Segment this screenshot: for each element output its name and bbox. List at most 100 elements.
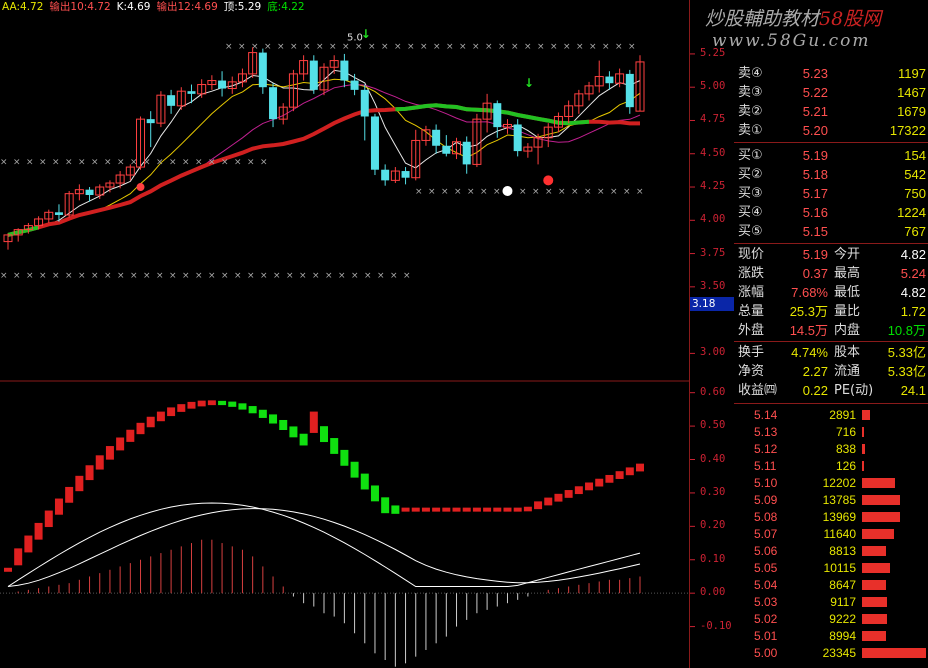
depth-bar bbox=[862, 461, 864, 471]
candle-body bbox=[269, 87, 278, 120]
depth-price: 5.10 bbox=[754, 476, 778, 490]
stat-value: 24.1 bbox=[900, 383, 926, 398]
depth-volume: 716 bbox=[835, 425, 856, 439]
signal-block bbox=[258, 409, 267, 418]
signal-block bbox=[401, 507, 410, 512]
signal-block bbox=[350, 461, 359, 478]
depth-row[interactable]: 5.05 10115 bbox=[736, 560, 928, 576]
sell-level[interactable]: 卖④ 5.23 1197 bbox=[736, 64, 928, 83]
depth-price: 5.11 bbox=[754, 459, 777, 473]
cross-marker: × bbox=[511, 42, 519, 52]
depth-row[interactable]: 5.12 838 bbox=[736, 441, 928, 457]
sell-level[interactable]: 卖① 5.20 17322 bbox=[736, 121, 928, 140]
candle-body bbox=[605, 76, 614, 84]
sell-level[interactable]: 卖② 5.21 1679 bbox=[736, 102, 928, 121]
cross-marker: × bbox=[623, 187, 631, 197]
price-tick-label: 4.25 bbox=[700, 180, 726, 193]
stat-row: 换手 4.74% 股本 5.33亿 bbox=[736, 343, 928, 362]
cross-marker: × bbox=[498, 42, 506, 52]
book-label: 买③ bbox=[738, 186, 763, 201]
depth-row[interactable]: 5.04 8647 bbox=[736, 577, 928, 593]
signal-block bbox=[544, 497, 553, 506]
cross-marker: × bbox=[260, 271, 268, 281]
buy-level[interactable]: 买④ 5.16 1224 bbox=[736, 203, 928, 222]
cross-marker: × bbox=[169, 271, 177, 281]
depth-row[interactable]: 5.06 8813 bbox=[736, 543, 928, 559]
cross-marker: × bbox=[234, 271, 242, 281]
cross-marker: × bbox=[156, 271, 164, 281]
stat-label: 净资 bbox=[738, 364, 765, 379]
depth-row[interactable]: 5.01 8994 bbox=[736, 628, 928, 644]
candle-body bbox=[493, 103, 502, 128]
cross-marker: × bbox=[381, 42, 389, 52]
signal-block bbox=[554, 493, 563, 502]
depth-row[interactable]: 5.13 716 bbox=[736, 424, 928, 440]
header-item: 底:4.22 bbox=[267, 1, 305, 13]
buy-level[interactable]: 买⑤ 5.15 767 bbox=[736, 222, 928, 241]
cross-marker: × bbox=[247, 158, 255, 168]
price-axis bbox=[690, 53, 695, 628]
price-tick-label: 4.75 bbox=[700, 113, 726, 126]
candle-body bbox=[462, 141, 471, 165]
cross-marker: × bbox=[420, 42, 428, 52]
depth-row[interactable]: 5.02 9222 bbox=[736, 611, 928, 627]
signal-block bbox=[248, 406, 257, 414]
depth-row[interactable]: 5.10 12202 bbox=[736, 475, 928, 491]
stat-value: 1.72 bbox=[900, 304, 926, 319]
book-label: 买① bbox=[738, 148, 763, 163]
depth-price: 5.09 bbox=[754, 493, 778, 507]
signal-block bbox=[146, 416, 155, 428]
depth-volume: 11640 bbox=[823, 527, 856, 541]
indicator-header: AA:4.72 输出10:4.72 K:4.69 输出12:4.69 顶:5.29 底:4… bbox=[2, 0, 311, 14]
cross-marker: × bbox=[286, 271, 294, 281]
stat-value: 0.22 bbox=[802, 383, 828, 398]
buy-level[interactable]: 买③ 5.17 750 bbox=[736, 184, 928, 203]
kline-chart[interactable]: × × × × × × × × × × × × × × × × × × × × × × × × × × × × × × × × × × × × × × × ×… bbox=[0, 0, 690, 668]
candle-body bbox=[370, 116, 379, 170]
book-price: 5.15 bbox=[802, 224, 828, 239]
candle-body bbox=[442, 145, 451, 154]
depth-row[interactable]: 5.11 126 bbox=[736, 458, 928, 474]
sell-level[interactable]: 卖③ 5.22 1467 bbox=[736, 83, 928, 102]
cross-marker: × bbox=[610, 187, 618, 197]
candle-body bbox=[218, 80, 227, 89]
book-price: 5.23 bbox=[802, 66, 828, 81]
depth-volume: 9222 bbox=[829, 612, 856, 626]
stat-label: PE(动) bbox=[834, 383, 874, 398]
cross-marker: × bbox=[597, 187, 605, 197]
cross-marker: × bbox=[433, 42, 441, 52]
stat-label: 最低 bbox=[834, 285, 861, 300]
depth-row[interactable]: 5.09 13785 bbox=[736, 492, 928, 508]
signal-block bbox=[615, 471, 624, 479]
indicator-tick-label: 0.10 bbox=[700, 552, 726, 565]
cross-marker: × bbox=[368, 42, 376, 52]
signal-block bbox=[207, 400, 216, 406]
signal-block bbox=[493, 507, 502, 512]
signal-block bbox=[14, 548, 23, 566]
cross-marker: × bbox=[299, 271, 307, 281]
depth-row[interactable]: 5.00 23345 bbox=[736, 645, 928, 661]
cross-marker: × bbox=[169, 158, 177, 168]
book-volume: 154 bbox=[904, 148, 926, 163]
stat-value: 4.74% bbox=[791, 345, 828, 360]
depth-volume: 13785 bbox=[822, 493, 856, 507]
depth-row[interactable]: 5.07 11640 bbox=[736, 526, 928, 542]
depth-row[interactable]: 5.08 13969 bbox=[736, 509, 928, 525]
indicator-tick-label: 0.00 bbox=[700, 586, 726, 599]
cross-marker: × bbox=[208, 271, 216, 281]
cross-marker: × bbox=[584, 187, 592, 197]
stat-label: 流通 bbox=[834, 364, 861, 379]
indicator-tick-label: 0.50 bbox=[700, 419, 726, 432]
cross-marker: × bbox=[104, 158, 112, 168]
cross-marker: × bbox=[65, 158, 73, 168]
depth-row[interactable]: 5.03 9117 bbox=[736, 594, 928, 610]
cross-marker: × bbox=[571, 187, 579, 197]
cross-marker: × bbox=[0, 158, 8, 168]
stat-row: 净资 2.27 流通 5.33亿 bbox=[736, 362, 928, 381]
depth-row[interactable]: 5.14 2891 bbox=[736, 407, 928, 423]
signal-block bbox=[574, 486, 583, 495]
buy-level[interactable]: 买② 5.18 542 bbox=[736, 165, 928, 184]
buy-level[interactable]: 买① 5.19 154 bbox=[736, 146, 928, 165]
depth-price: 5.04 bbox=[754, 578, 778, 592]
cross-marker: × bbox=[485, 42, 493, 52]
